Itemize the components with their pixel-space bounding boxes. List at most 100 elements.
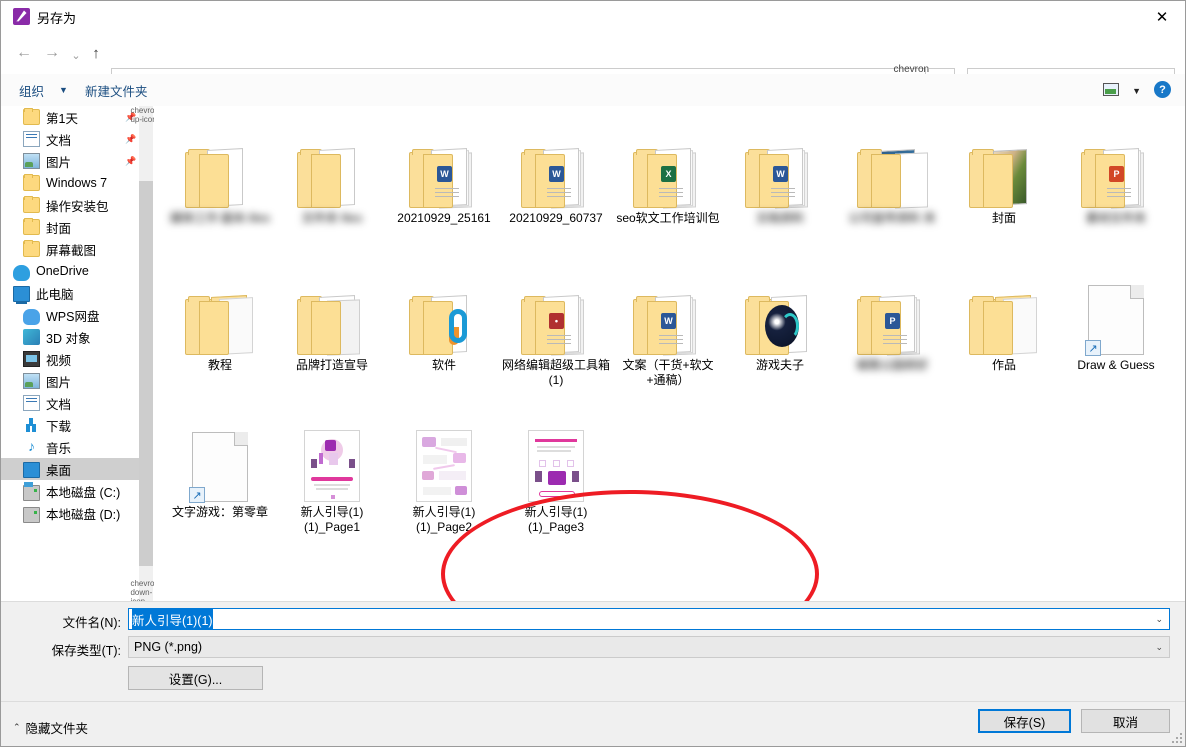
file-label: seo软文工作培训包: [616, 211, 720, 225]
sidebar-item-5[interactable]: 封面: [1, 216, 152, 238]
sidebar-scrollbar[interactable]: chevron-up-icon chevron-down-icon: [130, 106, 161, 607]
arrow-up-icon[interactable]: ↑: [85, 42, 107, 64]
sidebar-item-2[interactable]: 图片 📌: [1, 150, 152, 172]
arrow-right-icon[interactable]: →: [41, 42, 63, 64]
file-label: 20210929_60737: [509, 211, 603, 225]
folder-icon: W: [745, 146, 815, 209]
resize-grip[interactable]: [1172, 733, 1182, 743]
file-type-badge: P: [1109, 166, 1124, 182]
filename-input[interactable]: 新人引导(1)(1) ⌄: [128, 608, 1170, 630]
save-as-dialog: 另存为 ✕ ← → ⌄ ↑ ❯ 此电脑 ❯ 桌面 ❯ chevron-down-…: [0, 0, 1186, 747]
folder-icon: [23, 218, 40, 235]
chevron-down-icon[interactable]: ▼: [59, 85, 68, 95]
file-item[interactable]: W 文案（干货+软文+通稿）: [612, 255, 724, 388]
file-item[interactable]: ↗ Draw & Guess: [1060, 255, 1172, 373]
file-thumbnail: [276, 255, 388, 356]
chevron-down-icon[interactable]: ▼: [1132, 86, 1141, 96]
file-item[interactable]: 游戏夫子: [724, 255, 836, 373]
help-button[interactable]: ?: [1154, 81, 1171, 98]
local-disk-c-icon: [23, 482, 40, 501]
file-label: 新人引导(1)(1)_Page1: [300, 505, 364, 534]
view-layout-icon[interactable]: [1103, 83, 1119, 96]
sidebar-item-1[interactable]: 文档 📌: [1, 128, 152, 150]
cancel-button[interactable]: 取消: [1081, 709, 1170, 733]
file-label: 公司宣传资料 夹: [848, 211, 936, 225]
sidebar-item-label: 下载: [46, 419, 72, 434]
sidebar-item-8[interactable]: 此电脑: [1, 282, 152, 304]
folder-icon: [409, 293, 479, 355]
sidebar-item-13[interactable]: 文档: [1, 392, 152, 414]
sidebar-item-label: WPS网盘: [46, 309, 100, 324]
sidebar-item-label: 文档: [46, 397, 72, 412]
file-item[interactable]: 软件: [388, 255, 500, 373]
sidebar-item-3[interactable]: Windows 7: [1, 172, 152, 194]
hide-folders-toggle[interactable]: ⌃ 隐藏文件夹: [13, 718, 88, 737]
sidebar-item-9[interactable]: WPS网盘: [1, 304, 152, 326]
sidebar-item-16[interactable]: 桌面: [1, 458, 152, 480]
file-item[interactable]: 作品: [948, 255, 1060, 373]
file-item[interactable]: P 素材文件夹: [1060, 108, 1172, 226]
sidebar-item-6[interactable]: 屏幕截图: [1, 238, 152, 260]
sidebar-item-7[interactable]: OneDrive: [1, 260, 152, 282]
file-label: 游戏夫子: [755, 358, 804, 372]
sidebar-item-11[interactable]: 视频: [1, 348, 152, 370]
file-item[interactable]: ↗ 文字游戏：第零章: [164, 402, 276, 520]
sidebar-item-10[interactable]: 3D 对象: [1, 326, 152, 348]
new-folder-button[interactable]: 新建文件夹: [85, 81, 148, 100]
file-item[interactable]: 公司宣传资料 夹: [836, 108, 948, 226]
file-item[interactable]: 文件夹 files: [276, 108, 388, 226]
file-item[interactable]: W 20210929_60737: [500, 108, 612, 226]
sidebar-item-label: OneDrive: [36, 264, 89, 278]
settings-button[interactable]: 设置(G)...: [128, 666, 263, 690]
file-item[interactable]: 媒体工作 副本.files: [164, 108, 276, 226]
folder-icon: [185, 146, 255, 208]
file-item[interactable]: 品牌打造宣导: [276, 255, 388, 373]
window-title: 另存为: [37, 11, 77, 26]
sidebar-item-14[interactable]: 下载: [1, 414, 152, 436]
file-item[interactable]: 教程: [164, 255, 276, 373]
file-item[interactable]: • 网络编辑超级工具箱(1): [500, 255, 612, 388]
scrollbar-thumb[interactable]: [139, 181, 153, 566]
file-list-pane[interactable]: 媒体工作 副本.files 文件夹 files W 20210929_25161 W 20…: [154, 106, 1185, 601]
close-icon[interactable]: ✕: [1139, 1, 1185, 32]
file-item[interactable]: 封面: [948, 108, 1060, 226]
file-item[interactable]: W 20210929_25161: [388, 108, 500, 226]
sidebar-item-17[interactable]: 本地磁盘 (C:): [1, 480, 152, 502]
file-item[interactable]: 新人引导(1)(1)_Page3: [500, 402, 612, 535]
chevron-down-icon[interactable]: ⌄: [67, 44, 85, 66]
folder-icon: X: [633, 146, 703, 209]
file-icon: ↗: [1085, 285, 1144, 356]
file-label: 品牌打造宣导: [295, 358, 368, 372]
chevron-down-icon[interactable]: chevron-down-icon: [130, 579, 161, 606]
file-item[interactable]: W 文档资料: [724, 108, 836, 226]
sidebar-item-12[interactable]: 图片: [1, 370, 152, 392]
filename-value: 新人引导(1)(1): [132, 608, 213, 630]
chevron-up-icon[interactable]: chevron-up-icon: [130, 106, 161, 124]
sidebar-item-18[interactable]: 本地磁盘 (D:): [1, 502, 152, 524]
file-label: 新人引导(1)(1)_Page2: [412, 505, 476, 534]
file-item[interactable]: P 城南公园修好: [836, 255, 948, 373]
file-item[interactable]: 新人引导(1)(1)_Page1: [276, 402, 388, 535]
filetype-select[interactable]: PNG (*.png) ⌄: [128, 636, 1170, 658]
file-label: 文字游戏：第零章: [171, 505, 268, 519]
file-thumbnail: [948, 255, 1060, 355]
chevron-down-icon[interactable]: ⌄: [1155, 642, 1163, 653]
file-item[interactable]: 新人引导(1)(1)_Page2: [388, 402, 500, 535]
title-bar: 另存为 ✕: [1, 1, 1185, 32]
save-button[interactable]: 保存(S): [978, 709, 1071, 733]
arrow-left-icon[interactable]: ←: [13, 42, 35, 64]
pin-icon[interactable]: 📌: [125, 133, 136, 145]
file-label: 文案（干货+软文+通稿）: [622, 358, 714, 387]
sidebar-item-15[interactable]: ♪ 音乐: [1, 436, 152, 458]
sidebar-item-0[interactable]: 第1天 📌: [1, 106, 152, 128]
sidebar-item-label: 音乐: [46, 441, 72, 456]
organize-button[interactable]: 组织: [19, 81, 44, 100]
file-thumbnail: W: [612, 255, 724, 356]
navigation-sidebar[interactable]: 第1天 📌 文档 📌 图片 📌 Windows 7 操作安装包 封面 屏幕截图 OneDrive 此电…: [1, 106, 153, 601]
sidebar-item-4[interactable]: 操作安装包: [1, 194, 152, 216]
chevron-down-icon[interactable]: ⌄: [1155, 614, 1163, 625]
file-item[interactable]: Xseo软文工作培训包: [612, 108, 724, 226]
pin-icon[interactable]: 📌: [125, 155, 136, 167]
file-label: 网络编辑超级工具箱(1): [501, 358, 610, 387]
snipaste-icon: [13, 8, 30, 25]
